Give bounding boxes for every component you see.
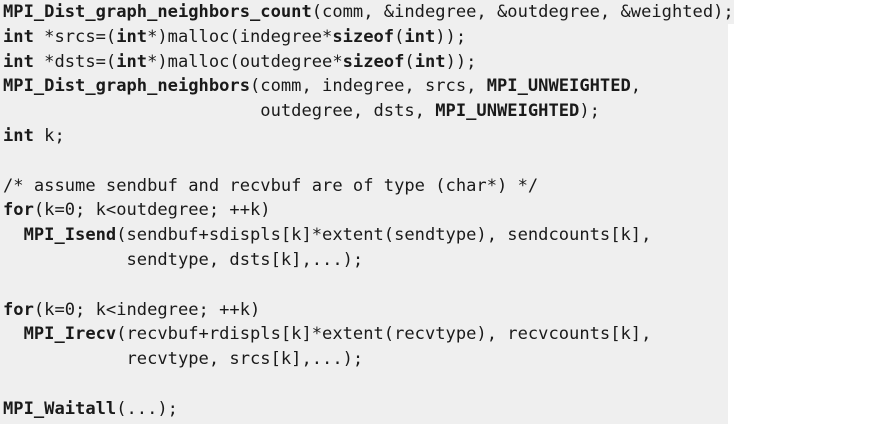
code-text-token: (k=0; k<indegree; ++k) [33, 299, 261, 320]
code-text-token: )); [435, 26, 467, 47]
keyword-token: int [404, 26, 436, 47]
code-line: int k; [3, 124, 65, 148]
keyword-token: for [3, 200, 34, 221]
identifier-token: MPI_Dist_graph_neighbors_count [3, 2, 312, 22]
identifier-token: MPI_Waitall [3, 398, 117, 419]
code-text-token: *)malloc(outdegree* [147, 51, 343, 72]
code-line: recvtype, srcs[k],...); [3, 347, 364, 372]
code-listing: MPI_Dist_graph_neighbors_count(comm, &in… [0, 0, 878, 424]
code-line: MPI_Dist_graph_neighbors(comm, indegree,… [3, 74, 642, 99]
code-text-token: *srcs=( [33, 26, 117, 47]
keyword-token: int [116, 26, 148, 47]
code-text-token: (sendbuf+sdispls[k]*extent(sendtype), se… [116, 225, 652, 246]
code-line: /* assume sendbuf and recvbuf are of typ… [3, 173, 539, 198]
code-line: sendtype, dsts[k],...); [3, 248, 364, 272]
code-text-token: recvtype, srcs[k],...); [3, 349, 364, 370]
keyword-token: sizeof [342, 51, 405, 72]
keyword-token: for [3, 299, 34, 320]
identifier-token: MPI_UNWEIGHTED [435, 101, 580, 122]
code-text-token: , [630, 76, 642, 97]
code-line: for(k=0; k<outdegree; ++k) [3, 198, 271, 223]
code-line: int *dsts=(int*)malloc(outdegree*sizeof(… [3, 49, 477, 74]
identifier-token: MPI_Irecv [23, 324, 117, 345]
keyword-token: int [414, 51, 446, 72]
keyword-token: int [116, 51, 148, 72]
code-line: MPI_Irecv(recvbuf+rdispls[k]*extent(recv… [3, 322, 652, 347]
code-text-token: (...); [116, 398, 178, 419]
code-text-token: )); [445, 51, 477, 72]
code-text-token: ); [579, 101, 600, 122]
code-text-token: sendtype, dsts[k],...); [3, 250, 364, 270]
identifier-token: MPI_UNWEIGHTED [486, 76, 631, 97]
code-text-token: ( [404, 51, 415, 72]
code-text-token: *dsts=( [33, 51, 117, 72]
code-text-token: k; [33, 126, 65, 146]
code-text-token: *)malloc(indegree* [147, 26, 333, 47]
keyword-token: sizeof [332, 26, 395, 47]
code-text-token: (recvbuf+rdispls[k]*extent(recvtype), re… [116, 324, 652, 345]
code-line: outdegree, dsts, MPI_UNWEIGHTED); [3, 99, 600, 124]
code-line: MPI_Dist_graph_neighbors_count(comm, &in… [3, 0, 734, 24]
code-text-token: ( [394, 26, 405, 47]
code-line: MPI_Waitall(...); [3, 396, 178, 421]
identifier-token: MPI_Isend [23, 225, 117, 246]
code-line: MPI_Isend(sendbuf+sdispls[k]*extent(send… [3, 223, 652, 248]
keyword-token: int [3, 51, 34, 72]
code-line: int *srcs=(int*)malloc(indegree*sizeof(i… [3, 24, 467, 49]
identifier-token: MPI_Dist_graph_neighbors [3, 76, 250, 97]
code-text-token: (comm, indegree, srcs, [250, 76, 487, 97]
code-text-token: (k=0; k<outdegree; ++k) [33, 200, 271, 221]
code-line: for(k=0; k<indegree; ++k) [3, 297, 261, 322]
code-text-token: (comm, &indegree, &outdegree, &weighted)… [311, 2, 734, 22]
keyword-token: int [3, 26, 34, 47]
code-text-token: /* assume sendbuf and recvbuf are of typ… [3, 175, 539, 196]
keyword-token: int [3, 126, 34, 146]
code-text-token: outdegree, dsts, [3, 101, 436, 122]
